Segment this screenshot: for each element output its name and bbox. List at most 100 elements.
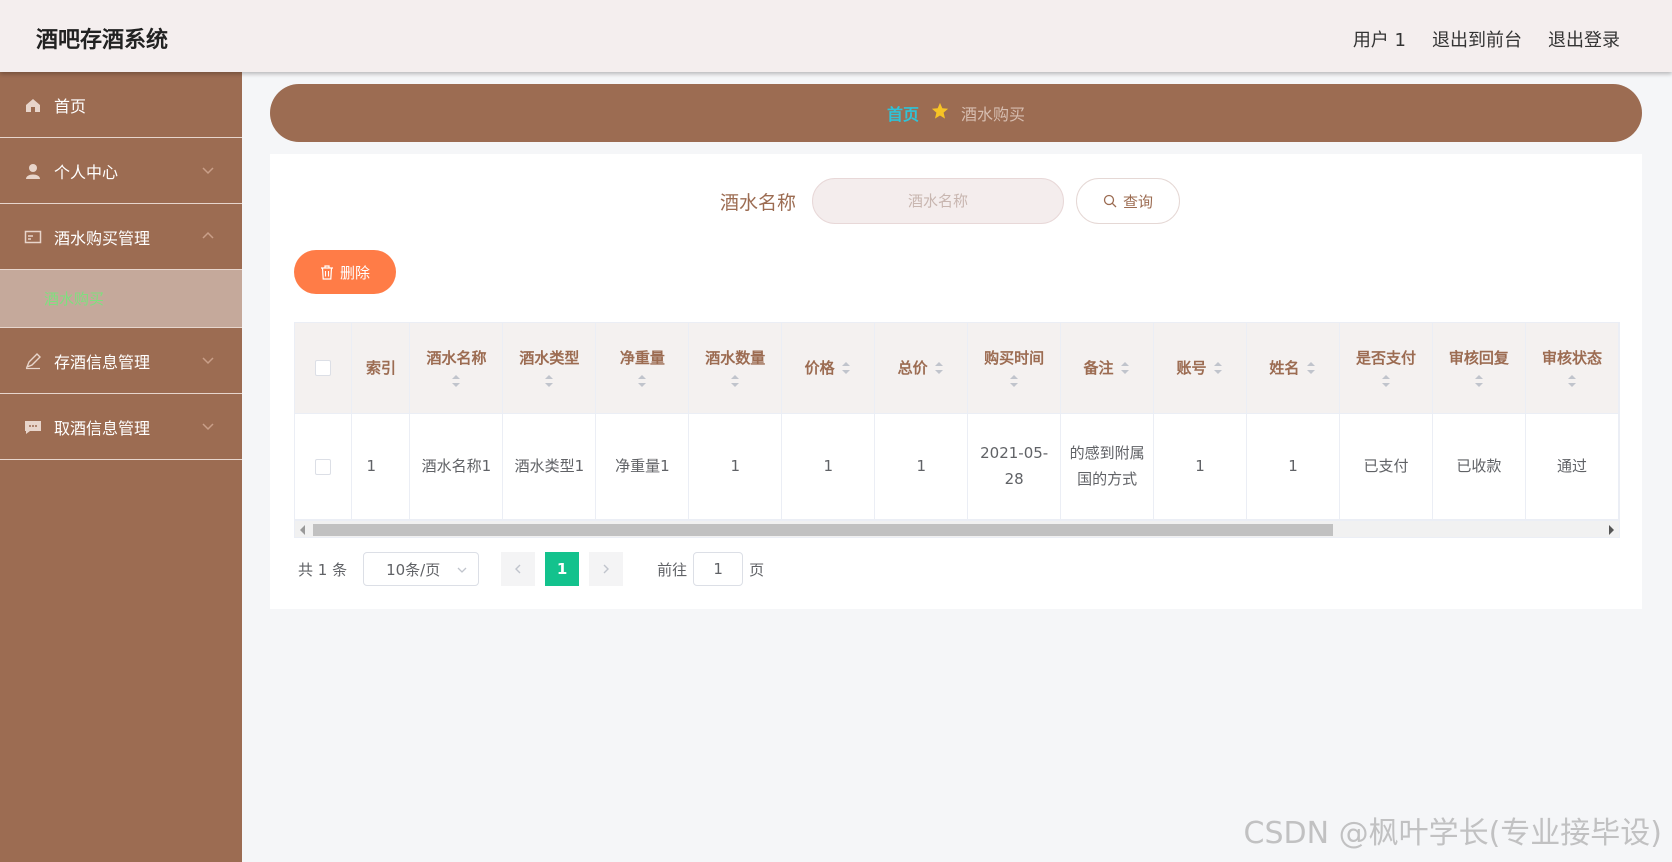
col-header: 索引: [351, 323, 411, 414]
sidebar-item-label: 取酒信息管理: [54, 418, 151, 438]
edit-icon: [24, 352, 42, 370]
search-icon: [1103, 194, 1117, 208]
goto-label: 前往: [657, 560, 688, 579]
sidebar: 首页 个人中心 酒水购买管理 酒水购买 存酒信息管理 取酒信息管理: [0, 72, 242, 862]
chevron-right-icon: [603, 564, 610, 574]
sort-icon[interactable]: [1305, 360, 1317, 376]
table-cell: 已收款: [1432, 413, 1526, 520]
sidebar-item-retrieve-mgmt[interactable]: 取酒信息管理: [0, 394, 242, 460]
sidebar-item-label: 个人中心: [54, 162, 119, 182]
table-cell: 已支付: [1339, 413, 1433, 520]
chevron-left-icon: [515, 564, 521, 574]
sidebar-item-label: 存酒信息管理: [54, 352, 151, 372]
sort-icon[interactable]: [933, 360, 945, 376]
sort-icon[interactable]: [450, 373, 462, 389]
search-label: 酒水名称: [720, 192, 797, 214]
col-header[interactable]: 备注: [1060, 323, 1155, 414]
goto-suffix: 页: [749, 560, 765, 579]
col-header[interactable]: 总价: [874, 323, 969, 414]
delete-button[interactable]: 删除: [294, 250, 396, 294]
sidebar-item-purchase-mgmt[interactable]: 酒水购买管理: [0, 204, 242, 270]
sort-icon[interactable]: [1008, 373, 1020, 389]
card-icon: [24, 228, 42, 246]
table-cell: 净重量1: [595, 413, 690, 520]
goto-page-input[interactable]: [693, 552, 744, 586]
chevron-up-icon: [202, 231, 214, 239]
scroll-right-icon[interactable]: [1609, 525, 1614, 535]
sort-icon[interactable]: [636, 373, 648, 389]
col-header[interactable]: 酒水名称: [409, 323, 504, 414]
sort-icon[interactable]: [543, 373, 555, 389]
chevron-down-icon: [202, 167, 214, 175]
search-input[interactable]: [812, 178, 1064, 224]
logout-link[interactable]: 退出登录: [1548, 26, 1620, 52]
prev-page-button[interactable]: [501, 552, 536, 586]
col-header[interactable]: 姓名: [1246, 323, 1340, 414]
data-table: 索引 酒水名称 酒水类型 净重量 酒水数量 价格 总价 购买时间 备注 账号 姓…: [294, 322, 1620, 538]
sort-icon[interactable]: [729, 373, 741, 389]
breadcrumb-home[interactable]: 首页: [887, 101, 919, 125]
main-panel: 酒水名称 查询 删除 索引 酒水名称 酒水类型 净重量 酒水数量 价: [270, 154, 1642, 609]
sort-icon[interactable]: [1566, 373, 1578, 389]
sort-icon[interactable]: [1473, 373, 1485, 389]
sort-icon[interactable]: [1212, 360, 1224, 376]
table-cell: 1: [874, 413, 969, 520]
chat-icon: [24, 418, 42, 436]
table-cell: 1: [781, 413, 876, 520]
table-cell: 1: [688, 413, 783, 520]
delete-button-label: 删除: [339, 263, 370, 282]
top-bar: 酒吧存酒系统 用户 1 退出到前台 退出登录: [0, 0, 1672, 72]
table-cell: 1: [1153, 413, 1248, 520]
breadcrumb-current: 酒水购买: [961, 105, 1026, 124]
sidebar-item-home[interactable]: 首页: [0, 72, 242, 138]
sidebar-item-profile[interactable]: 个人中心: [0, 138, 242, 204]
table-cell: 的感到附属国的方式: [1060, 413, 1155, 520]
page-size-value: 10条/页: [386, 560, 441, 579]
user-link[interactable]: 用户 1: [1353, 26, 1406, 52]
sort-icon[interactable]: [1380, 373, 1392, 389]
app-title: 酒吧存酒系统: [36, 28, 169, 53]
col-header[interactable]: 账号: [1153, 323, 1248, 414]
table-header-row: 索引 酒水名称 酒水类型 净重量 酒水数量 价格 总价 购买时间 备注 账号 姓…: [295, 323, 1619, 414]
row-select-cell: [295, 413, 353, 520]
chevron-down-icon: [457, 567, 467, 573]
watermark: CSDN @枫叶学长(专业接毕设): [1243, 816, 1662, 851]
table-cell: 酒水类型1: [502, 413, 597, 520]
page-number-active[interactable]: 1: [545, 552, 580, 586]
table-cell: 1: [1246, 413, 1340, 520]
col-header[interactable]: 审核回复: [1432, 323, 1526, 414]
scrollbar-thumb[interactable]: [313, 524, 1333, 536]
top-links: 用户 1 退出到前台 退出登录: [1353, 26, 1620, 52]
scroll-left-icon[interactable]: [300, 525, 305, 535]
trash-icon: [320, 264, 333, 280]
col-header[interactable]: 购买时间: [967, 323, 1062, 414]
pagination: 共 1 条 10条/页 1 前往 页: [298, 552, 764, 586]
col-header[interactable]: 是否支付: [1339, 323, 1433, 414]
horizontal-scrollbar[interactable]: [294, 520, 1620, 538]
page-size-select[interactable]: 10条/页: [363, 552, 480, 586]
table-cell: 2021-05-28: [967, 413, 1062, 520]
sidebar-item-label: 酒水购买管理: [54, 228, 151, 248]
sort-icon[interactable]: [840, 360, 852, 376]
row-checkbox[interactable]: [315, 458, 332, 475]
col-header[interactable]: 酒水类型: [502, 323, 597, 414]
user-icon: [24, 162, 42, 180]
sidebar-item-storage-mgmt[interactable]: 存酒信息管理: [0, 328, 242, 394]
col-header[interactable]: 价格: [781, 323, 876, 414]
table-cell: 1: [351, 413, 411, 520]
breadcrumb: 首页 酒水购买: [270, 84, 1642, 142]
sidebar-subitem-drink-purchase[interactable]: 酒水购买: [0, 270, 242, 328]
chevron-down-icon: [202, 357, 214, 365]
home-icon: [24, 96, 42, 114]
col-header[interactable]: 净重量: [595, 323, 690, 414]
star-icon: [931, 102, 949, 124]
next-page-button[interactable]: [589, 552, 624, 586]
col-header[interactable]: 审核状态: [1525, 323, 1619, 414]
back-to-front-link[interactable]: 退出到前台: [1432, 26, 1522, 52]
search-button-label: 查询: [1122, 192, 1153, 211]
sort-icon[interactable]: [1119, 360, 1131, 376]
col-header[interactable]: 酒水数量: [688, 323, 783, 414]
search-button[interactable]: 查询: [1076, 178, 1180, 224]
select-all-checkbox[interactable]: [315, 360, 332, 377]
table-row: 1 酒水名称1 酒水类型1 净重量1 1 1 1 2021-05-28 的感到附…: [295, 413, 1619, 520]
